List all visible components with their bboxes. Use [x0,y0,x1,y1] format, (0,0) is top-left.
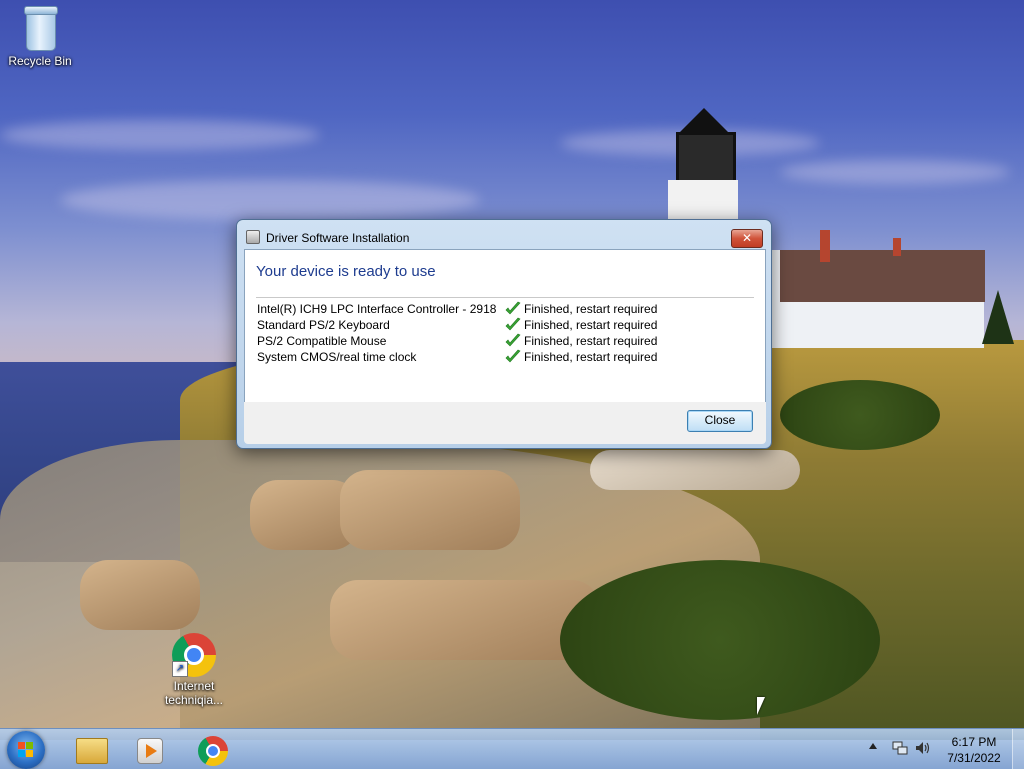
wallpaper-bush [560,560,880,720]
chrome-icon: ↗ [172,633,216,677]
lighthouse-lamp [676,132,736,186]
taskbar-media-player[interactable] [124,732,178,768]
checkmark-icon [505,333,521,347]
taskbar-clock[interactable]: 6:17 PM 7/31/2022 [934,734,1014,766]
taskbar-chrome[interactable] [184,732,238,768]
windows-explorer-icon [76,738,108,764]
recycle-bin-icon [23,6,58,51]
device-name: Standard PS/2 Keyboard [257,318,390,332]
wallpaper-rock [340,470,520,550]
network-icon[interactable] [892,740,908,756]
device-row: Standard PS/2 Keyboard Finished, restart… [257,317,658,332]
close-button[interactable]: Close [687,410,753,432]
divider [256,297,754,298]
wallpaper-chimney [820,230,830,262]
checkmark-icon [505,301,521,315]
wallpaper-chimney [893,238,901,256]
dialog-content: Your device is ready to use Intel(R) ICH… [244,249,766,403]
start-button[interactable] [7,731,45,769]
device-row: Intel(R) ICH9 LPC Interface Controller -… [257,301,658,316]
dialog-footer: Close [244,402,766,444]
device-installer-icon [246,230,260,244]
dialog-heading: Your device is ready to use [256,263,436,280]
wallpaper-house-roof [780,250,985,302]
windows-logo-icon [18,742,34,758]
windows-media-player-icon [137,738,163,764]
wallpaper-tree [982,290,1014,344]
desktop-icon-label: Recycle Bin [8,54,72,68]
chrome-icon [198,736,228,766]
wallpaper-bush [780,380,940,450]
mouse-cursor-icon [757,697,765,715]
driver-installation-dialog: Driver Software Installation ✕ Your devi… [236,219,772,449]
wallpaper-cloud [60,180,480,220]
wallpaper-rock [590,450,800,490]
device-name: PS/2 Compatible Mouse [257,334,387,348]
taskbar: 6:17 PM 7/31/2022 [0,728,1024,769]
title-close-button[interactable]: ✕ [731,229,763,248]
wallpaper-cloud [0,120,320,150]
show-desktop-button[interactable] [1012,729,1024,769]
shortcut-arrow-icon: ↗ [172,661,188,677]
wallpaper-cloud [780,160,1010,184]
dialog-title: Driver Software Installation [266,231,410,245]
checkmark-icon [505,349,521,363]
desktop-icon-internet[interactable]: ↗ Internet techniqia... [154,633,234,707]
device-row: PS/2 Compatible Mouse Finished, restart … [257,333,658,348]
desktop-icon-recycle-bin[interactable]: Recycle Bin [0,6,80,68]
lighthouse-roof [680,108,728,132]
checkmark-icon [505,317,521,331]
device-row: System CMOS/real time clock Finished, re… [257,349,658,364]
dialog-titlebar[interactable]: Driver Software Installation ✕ [237,220,771,248]
clock-time: 6:17 PM [951,735,997,749]
taskbar-explorer[interactable] [62,732,116,768]
device-name: Intel(R) ICH9 LPC Interface Controller -… [257,302,497,316]
device-name: System CMOS/real time clock [257,350,417,364]
show-hidden-icons-button[interactable] [869,743,877,749]
wallpaper-rock [330,580,600,660]
wallpaper-rock [80,560,200,630]
desktop-icon-label: Internet techniqia... [164,679,224,707]
volume-icon[interactable] [914,740,932,756]
clock-date: 7/31/2022 [947,751,1001,765]
